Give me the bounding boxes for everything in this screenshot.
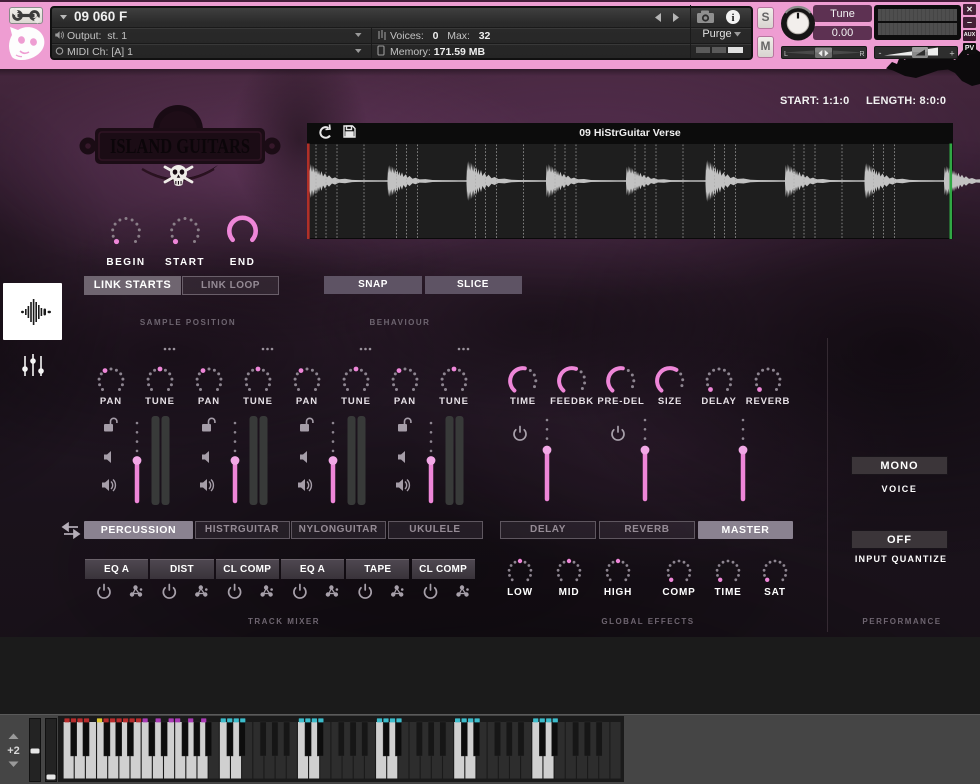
svg-text:-: - (879, 48, 882, 58)
svg-text:+: + (949, 49, 954, 59)
svg-text:R: R (859, 51, 864, 58)
svg-text:L: L (784, 51, 788, 58)
svg-text:ISLAND GUITARS: ISLAND GUITARS (110, 134, 250, 158)
svg-text:i: i (731, 12, 734, 24)
